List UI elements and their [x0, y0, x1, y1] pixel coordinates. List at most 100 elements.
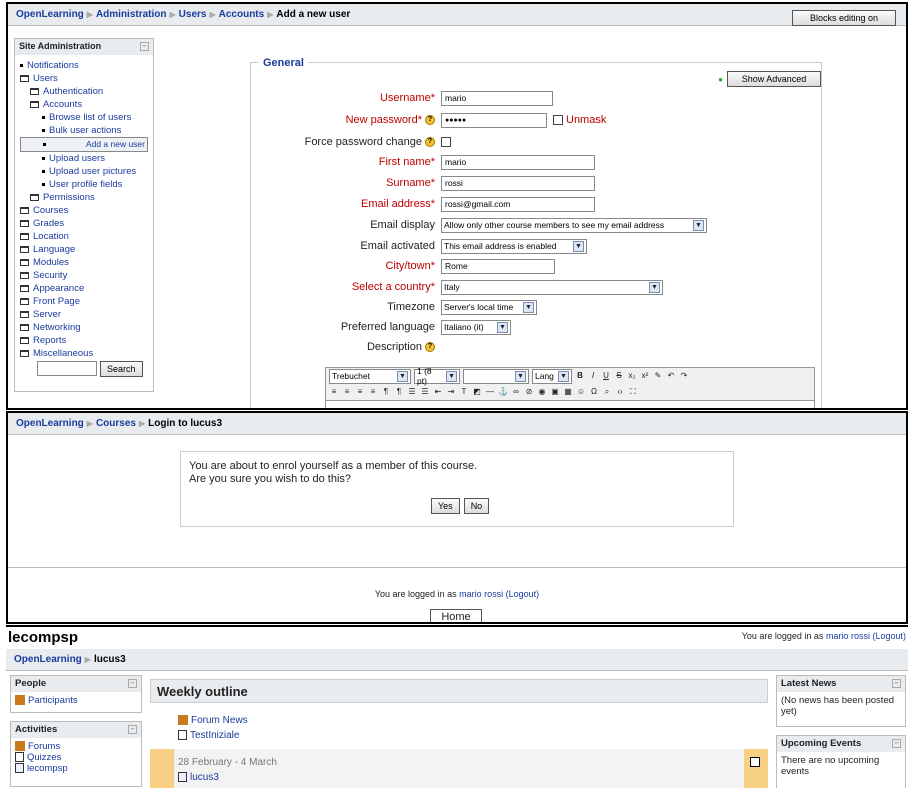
- undo-icon[interactable]: ↶: [666, 371, 676, 381]
- image-icon[interactable]: ▣: [550, 387, 560, 397]
- sidebar-item[interactable]: Courses: [20, 204, 148, 217]
- admin-search-button[interactable]: Search: [100, 361, 143, 377]
- collapse-icon[interactable]: –: [892, 739, 901, 748]
- sidebar-item[interactable]: Add a new user: [20, 137, 148, 152]
- username-field[interactable]: mario: [441, 90, 553, 106]
- smiley-icon[interactable]: ☺: [576, 387, 586, 397]
- logout-link[interactable]: (Logout): [506, 589, 540, 599]
- breadcrumb-openlearning[interactable]: OpenLearning: [16, 418, 84, 429]
- highlight-toggle-icon[interactable]: [750, 757, 760, 767]
- sidebar-item[interactable]: Accounts: [20, 98, 148, 111]
- sidebar-item[interactable]: Server: [20, 308, 148, 321]
- email-activated-select[interactable]: This email address is enabled ▼: [441, 238, 587, 254]
- sidebar-item[interactable]: Permissions: [20, 191, 148, 204]
- email-field[interactable]: rossi@gmail.com: [441, 196, 595, 212]
- bold-icon[interactable]: B: [575, 371, 585, 381]
- firstname-field[interactable]: mario: [441, 154, 595, 170]
- sidebar-item[interactable]: Front Page: [20, 295, 148, 308]
- search-replace-icon[interactable]: ⌕: [602, 387, 612, 397]
- quizzes-link[interactable]: Quizzes: [15, 752, 137, 763]
- sidebar-item[interactable]: Notifications: [20, 59, 148, 72]
- breadcrumb-accounts[interactable]: Accounts: [219, 9, 265, 20]
- redo-icon[interactable]: ↷: [679, 371, 689, 381]
- horizontal-rule-icon[interactable]: —: [485, 387, 495, 397]
- surname-field[interactable]: rossi: [441, 175, 595, 191]
- special-char-icon[interactable]: Ω: [589, 387, 599, 397]
- align-right-icon[interactable]: ≡: [355, 387, 365, 397]
- superscript-icon[interactable]: x²: [640, 371, 650, 381]
- unlink-icon[interactable]: ⊘: [524, 387, 534, 397]
- collapse-icon[interactable]: –: [140, 42, 149, 51]
- editor-content-area[interactable]: [326, 400, 814, 408]
- font-select[interactable]: Trebuchet ▼: [329, 368, 411, 384]
- logout-link[interactable]: (Logout): [872, 631, 906, 641]
- sidebar-item[interactable]: Reports: [20, 334, 148, 347]
- help-icon[interactable]: ?: [425, 137, 435, 148]
- logged-in-user-link[interactable]: mario rossi: [826, 631, 870, 641]
- sidebar-item[interactable]: Users: [20, 72, 148, 85]
- justify-icon[interactable]: ≡: [368, 387, 378, 397]
- underline-icon[interactable]: U: [601, 371, 611, 381]
- italic-icon[interactable]: I: [588, 371, 598, 381]
- sidebar-item[interactable]: Authentication: [20, 85, 148, 98]
- timezone-select[interactable]: Server's local time ▼: [441, 299, 537, 315]
- fullscreen-icon[interactable]: ⛶: [628, 387, 638, 397]
- language-select[interactable]: Italiano (it) ▼: [441, 319, 511, 335]
- show-advanced-button[interactable]: Show Advanced: [727, 71, 821, 87]
- sidebar-item[interactable]: Upload users: [20, 152, 148, 165]
- password-field[interactable]: ●●●●●: [441, 112, 547, 128]
- html-source-icon[interactable]: ‹›: [615, 387, 625, 397]
- breadcrumb-openlearning[interactable]: OpenLearning: [14, 654, 82, 665]
- size-select[interactable]: 1 (8 pt) ▼: [414, 366, 460, 386]
- text-color-icon[interactable]: T: [459, 387, 469, 397]
- forums-link[interactable]: Forums: [15, 741, 137, 752]
- home-button[interactable]: Home: [430, 609, 482, 622]
- country-select[interactable]: Italy ▼: [441, 279, 663, 295]
- align-center-icon[interactable]: ≡: [342, 387, 352, 397]
- sidebar-item[interactable]: Language: [20, 243, 148, 256]
- bg-color-icon[interactable]: ◩: [472, 387, 482, 397]
- align-left-icon[interactable]: ≡: [329, 387, 339, 397]
- breadcrumb-users[interactable]: Users: [179, 9, 207, 20]
- no-button[interactable]: No: [463, 498, 490, 514]
- unordered-list-icon[interactable]: ☰: [420, 387, 430, 397]
- sidebar-item[interactable]: Bulk user actions: [20, 124, 148, 137]
- lucus3-link[interactable]: lucus3: [178, 770, 740, 785]
- anchor-icon[interactable]: ⚓: [498, 387, 508, 397]
- breadcrumb-administration[interactable]: Administration: [96, 9, 167, 20]
- table-icon[interactable]: ▦: [563, 387, 573, 397]
- test-iniziale-link[interactable]: TestIniziale: [178, 728, 740, 743]
- breadcrumb-courses[interactable]: Courses: [96, 418, 136, 429]
- sidebar-item[interactable]: User profile fields: [20, 178, 148, 191]
- indent-icon[interactable]: ⇥: [446, 387, 456, 397]
- sidebar-item[interactable]: Location: [20, 230, 148, 243]
- collapse-icon[interactable]: –: [892, 679, 901, 688]
- forum-news-link[interactable]: Forum News: [178, 713, 740, 728]
- subscript-icon[interactable]: x₂: [627, 371, 637, 381]
- sidebar-item[interactable]: Security: [20, 269, 148, 282]
- ordered-list-icon[interactable]: ☰: [407, 387, 417, 397]
- nolink-icon[interactable]: ◉: [537, 387, 547, 397]
- ltr-icon[interactable]: ¶: [381, 387, 391, 397]
- clean-icon[interactable]: ✎: [653, 371, 663, 381]
- email-display-select[interactable]: Allow only other course members to see m…: [441, 217, 707, 233]
- participants-link[interactable]: Participants: [15, 695, 137, 706]
- admin-search-input[interactable]: [37, 361, 97, 376]
- collapse-icon[interactable]: –: [128, 725, 137, 734]
- lecompsp-link[interactable]: lecompsp: [15, 763, 137, 774]
- link-icon[interactable]: ∞: [511, 387, 521, 397]
- outdent-icon[interactable]: ⇤: [433, 387, 443, 397]
- collapse-icon[interactable]: –: [128, 679, 137, 688]
- logged-in-user-link[interactable]: mario rossi: [459, 589, 503, 599]
- rtl-icon[interactable]: ¶: [394, 387, 404, 397]
- yes-button[interactable]: Yes: [431, 498, 460, 514]
- unmask-checkbox[interactable]: [553, 115, 563, 125]
- blocks-editing-button[interactable]: Blocks editing on: [792, 10, 896, 26]
- force-password-checkbox[interactable]: [441, 137, 451, 147]
- sidebar-item[interactable]: Upload user pictures: [20, 165, 148, 178]
- sidebar-item[interactable]: Networking: [20, 321, 148, 334]
- help-icon[interactable]: ?: [425, 342, 435, 353]
- strike-icon[interactable]: S: [614, 371, 624, 381]
- sidebar-item[interactable]: Browse list of users: [20, 111, 148, 124]
- city-field[interactable]: Rome: [441, 258, 555, 274]
